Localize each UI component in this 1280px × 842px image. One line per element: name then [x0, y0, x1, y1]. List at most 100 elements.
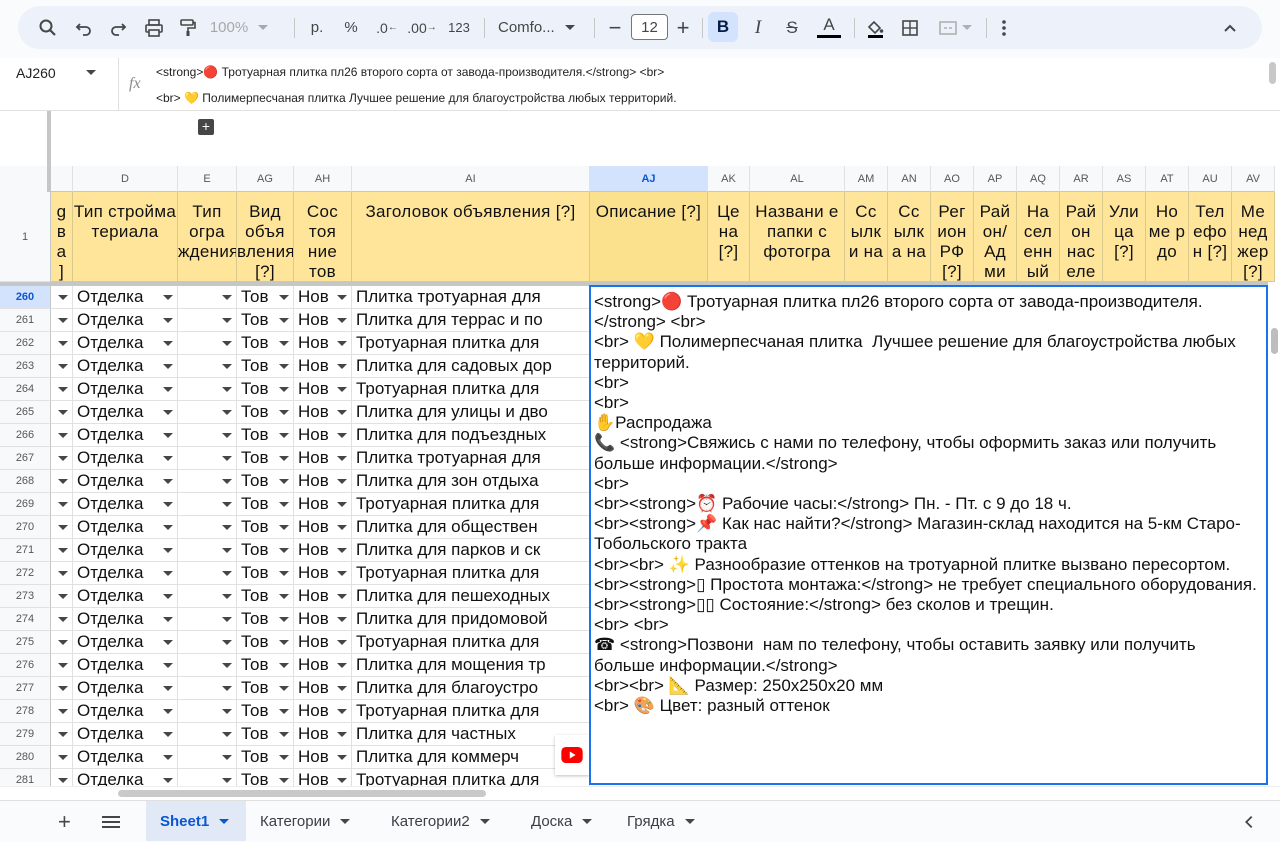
- table-cell[interactable]: [178, 516, 237, 539]
- table-cell[interactable]: Нов: [294, 562, 352, 585]
- table-cell[interactable]: [51, 585, 73, 608]
- table-cell[interactable]: [178, 286, 237, 309]
- dropdown-chevron-icon[interactable]: [337, 525, 347, 530]
- header-cell-AL[interactable]: Названи е папки с фотогра: [750, 192, 845, 282]
- strikethrough-button[interactable]: S: [778, 14, 806, 41]
- percent-format-button[interactable]: %: [338, 14, 364, 41]
- table-cell[interactable]: Тов: [237, 585, 294, 608]
- row-header[interactable]: 261: [0, 309, 51, 332]
- dropdown-chevron-icon[interactable]: [163, 387, 173, 392]
- table-cell[interactable]: Отделка: [73, 401, 178, 424]
- column-header-AI[interactable]: AI: [352, 166, 590, 192]
- table-cell[interactable]: [178, 447, 237, 470]
- header-cell-D[interactable]: Тип стройма териала: [73, 192, 178, 282]
- table-cell[interactable]: Отделка: [73, 447, 178, 470]
- dropdown-chevron-icon[interactable]: [58, 364, 68, 369]
- merge-cells-icon[interactable]: [932, 14, 978, 41]
- dropdown-chevron-icon[interactable]: [58, 433, 68, 438]
- column-header-AO[interactable]: AO: [931, 166, 974, 192]
- formula-bar[interactable]: fx <strong>🔴 Тротуарная плитка пл26 втор…: [118, 58, 1280, 110]
- table-cell[interactable]: Отделка: [73, 700, 178, 723]
- dropdown-chevron-icon[interactable]: [279, 732, 289, 737]
- dropdown-chevron-icon[interactable]: [58, 617, 68, 622]
- column-header-AP[interactable]: AP: [974, 166, 1017, 192]
- dropdown-chevron-icon[interactable]: [222, 778, 232, 783]
- header-cell-E[interactable]: Тип огра ждения: [178, 192, 237, 282]
- table-cell[interactable]: [178, 746, 237, 769]
- table-cell[interactable]: Отделка: [73, 539, 178, 562]
- table-cell[interactable]: [51, 286, 73, 309]
- add-sheet-icon[interactable]: +: [58, 809, 71, 835]
- dropdown-chevron-icon[interactable]: [163, 502, 173, 507]
- borders-icon[interactable]: [896, 14, 924, 41]
- horizontal-scrollbar[interactable]: [0, 786, 1280, 800]
- table-cell[interactable]: [51, 309, 73, 332]
- dropdown-chevron-icon[interactable]: [58, 341, 68, 346]
- dropdown-chevron-icon[interactable]: [279, 502, 289, 507]
- dropdown-chevron-icon[interactable]: [337, 433, 347, 438]
- row-header[interactable]: 273: [0, 585, 51, 608]
- table-cell[interactable]: Тов: [237, 700, 294, 723]
- row-header[interactable]: 265: [0, 401, 51, 424]
- table-cell[interactable]: Плитка тротуарная для: [352, 286, 590, 309]
- column-header-C[interactable]: [51, 166, 73, 192]
- dropdown-chevron-icon[interactable]: [58, 778, 68, 783]
- row-header[interactable]: 276: [0, 654, 51, 677]
- table-cell[interactable]: Тов: [237, 378, 294, 401]
- table-cell[interactable]: Нов: [294, 493, 352, 516]
- currency-format-button[interactable]: р.: [304, 14, 330, 41]
- dropdown-chevron-icon[interactable]: [163, 548, 173, 553]
- column-header-D[interactable]: D: [73, 166, 178, 192]
- sheet-tab-menu-icon[interactable]: [684, 818, 695, 824]
- dropdown-chevron-icon[interactable]: [58, 755, 68, 760]
- dropdown-chevron-icon[interactable]: [58, 479, 68, 484]
- table-cell[interactable]: [51, 746, 73, 769]
- dropdown-chevron-icon[interactable]: [222, 755, 232, 760]
- row-header[interactable]: 260: [0, 286, 51, 309]
- sheet-tab-menu-icon[interactable]: [340, 818, 351, 824]
- dropdown-chevron-icon[interactable]: [279, 318, 289, 323]
- dropdown-chevron-icon[interactable]: [163, 640, 173, 645]
- table-cell[interactable]: Отделка: [73, 470, 178, 493]
- corner-cell[interactable]: [0, 166, 47, 193]
- dropdown-chevron-icon[interactable]: [222, 433, 232, 438]
- table-cell[interactable]: [178, 470, 237, 493]
- table-cell[interactable]: Тротуарная плитка для: [352, 378, 590, 401]
- column-header-AN[interactable]: AN: [888, 166, 931, 192]
- dropdown-chevron-icon[interactable]: [337, 778, 347, 783]
- bold-button[interactable]: B: [708, 12, 738, 42]
- table-cell[interactable]: Отделка: [73, 493, 178, 516]
- table-cell[interactable]: Нов: [294, 516, 352, 539]
- table-cell[interactable]: [51, 654, 73, 677]
- row-header[interactable]: 267: [0, 447, 51, 470]
- dropdown-chevron-icon[interactable]: [222, 364, 232, 369]
- table-cell[interactable]: Плитка для садовых дор: [352, 355, 590, 378]
- table-cell[interactable]: Отделка: [73, 585, 178, 608]
- table-cell[interactable]: [51, 516, 73, 539]
- dropdown-chevron-icon[interactable]: [163, 456, 173, 461]
- table-cell[interactable]: [178, 677, 237, 700]
- table-cell[interactable]: Нов: [294, 447, 352, 470]
- name-box-dropdown-icon[interactable]: [86, 70, 96, 75]
- dropdown-chevron-icon[interactable]: [222, 640, 232, 645]
- table-cell[interactable]: Тротуарная плитка для: [352, 332, 590, 355]
- table-cell[interactable]: Отделка: [73, 424, 178, 447]
- table-cell[interactable]: [51, 562, 73, 585]
- dropdown-chevron-icon[interactable]: [222, 502, 232, 507]
- redo-icon[interactable]: [104, 14, 132, 41]
- dropdown-chevron-icon[interactable]: [163, 341, 173, 346]
- table-cell[interactable]: Тов: [237, 447, 294, 470]
- table-cell[interactable]: Тротуарная плитка для: [352, 562, 590, 585]
- table-cell[interactable]: [51, 539, 73, 562]
- table-cell[interactable]: [51, 332, 73, 355]
- table-cell[interactable]: Тротуарная плитка для: [352, 631, 590, 654]
- dropdown-chevron-icon[interactable]: [337, 617, 347, 622]
- row-header[interactable]: 266: [0, 424, 51, 447]
- dropdown-chevron-icon[interactable]: [222, 295, 232, 300]
- header-cell-AK[interactable]: Це на [?]: [708, 192, 750, 282]
- row-header[interactable]: 275: [0, 631, 51, 654]
- sheet-tab[interactable]: Категории: [246, 801, 370, 841]
- search-menus-icon[interactable]: [34, 14, 62, 41]
- table-cell[interactable]: Отделка: [73, 677, 178, 700]
- table-cell[interactable]: [51, 447, 73, 470]
